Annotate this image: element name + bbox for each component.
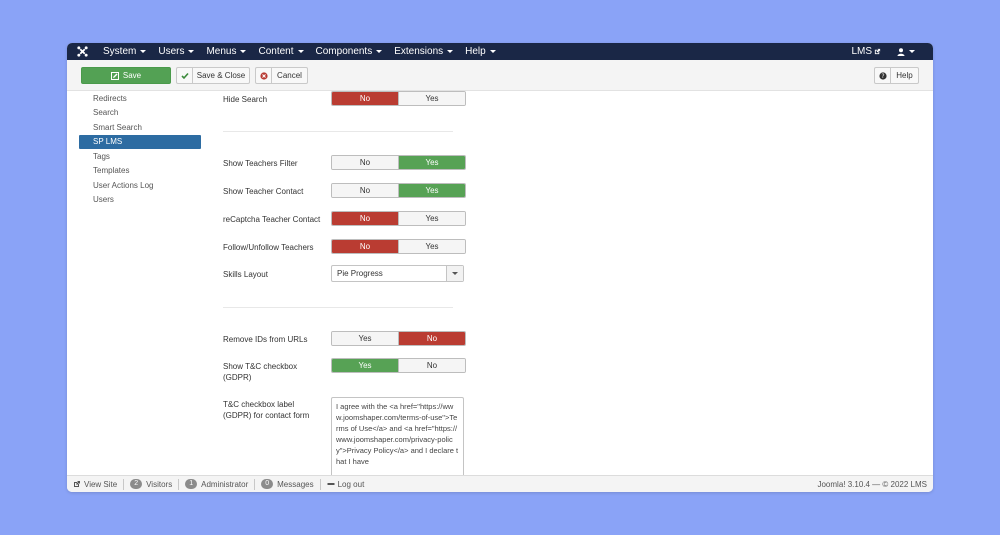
question-circle-icon: ? — [875, 68, 891, 83]
joomla-logo-icon[interactable] — [67, 46, 97, 57]
chevron-down-icon — [909, 50, 915, 53]
remove-ids-yes[interactable]: Yes — [332, 332, 398, 345]
messages-link[interactable]: 0 Messages — [261, 479, 314, 489]
help-button[interactable]: ? Help — [874, 67, 919, 84]
hide-search-toggle: No Yes — [331, 91, 466, 106]
chevron-down-icon — [240, 50, 247, 53]
menu-help[interactable]: Help — [459, 46, 502, 57]
admin-badge: 1 — [185, 479, 198, 489]
show-teacher-contact-toggle: No Yes — [331, 183, 466, 198]
edit-icon — [110, 68, 119, 83]
skills-layout-label: Skills Layout — [223, 270, 268, 279]
menu-components[interactable]: Components — [310, 46, 389, 57]
show-tc-checkbox-yes[interactable]: Yes — [332, 359, 398, 372]
site-link[interactable]: LMS — [843, 46, 889, 57]
show-tc-checkbox-toggle: Yes No — [331, 358, 466, 373]
show-teacher-contact-no[interactable]: No — [332, 184, 398, 197]
menu-menus[interactable]: Menus — [200, 46, 252, 57]
section-divider — [223, 131, 453, 132]
chevron-down-icon — [489, 50, 496, 53]
chevron-down-icon — [376, 50, 383, 53]
chevron-down-icon — [188, 50, 195, 53]
status-bar: View Site 2 Visitors 1 Administrator 0 M… — [67, 475, 933, 492]
external-link-icon — [874, 48, 881, 55]
external-link-icon — [74, 481, 80, 487]
save-close-button[interactable]: Save & Close — [176, 67, 250, 84]
visitors-status: 2 Visitors — [130, 479, 172, 489]
section-divider — [223, 307, 453, 308]
show-teachers-filter-toggle: No Yes — [331, 155, 466, 170]
skills-layout-select[interactable]: Pie Progress — [331, 265, 464, 282]
tc-checkbox-label-label: T&C checkbox label (GDPR) for contact fo… — [223, 400, 310, 420]
user-icon — [897, 47, 905, 56]
chevron-down-icon — [140, 50, 147, 53]
follow-unfollow-toggle: No Yes — [331, 239, 466, 254]
hide-search-yes[interactable]: Yes — [398, 92, 465, 105]
show-teacher-contact-label: Show Teacher Contact — [223, 187, 304, 196]
show-tc-checkbox-no[interactable]: No — [398, 359, 465, 372]
menu-users[interactable]: Users — [152, 46, 200, 57]
recaptcha-teacher-contact-yes[interactable]: Yes — [398, 212, 465, 225]
show-teachers-filter-label: Show Teachers Filter — [223, 159, 298, 168]
navbar-right: LMS — [843, 46, 933, 57]
top-navbar: System Users Menus Content Components Ex… — [67, 43, 933, 60]
version-info: Joomla! 3.10.4 — © 2022 LMS — [817, 479, 927, 489]
menu-system[interactable]: System — [97, 46, 152, 57]
svg-text:?: ? — [881, 73, 884, 80]
check-icon — [177, 68, 193, 83]
administrator-status: 1 Administrator — [185, 479, 248, 489]
divider — [123, 478, 125, 490]
hide-search-no[interactable]: No — [332, 92, 398, 105]
save-button[interactable]: Save — [81, 67, 171, 84]
close-circle-icon — [256, 68, 272, 83]
show-teachers-filter-yes[interactable]: Yes — [398, 156, 465, 169]
menu-content[interactable]: Content — [252, 46, 309, 57]
cancel-button[interactable]: Cancel — [255, 67, 308, 84]
divider — [254, 478, 256, 490]
toolbar: Save Save & Close Cancel ? Help — [67, 60, 933, 91]
show-teacher-contact-yes[interactable]: Yes — [398, 184, 465, 197]
remove-ids-label: Remove IDs from URLs — [223, 335, 308, 344]
recaptcha-teacher-contact-no[interactable]: No — [332, 212, 398, 225]
chevron-down-icon — [446, 266, 463, 281]
show-teachers-filter-no[interactable]: No — [332, 156, 398, 169]
visitors-badge: 2 — [130, 479, 143, 489]
hide-search-label: Hide Search — [223, 95, 268, 104]
admin-window: System Users Menus Content Components Ex… — [67, 43, 933, 492]
menu-extensions[interactable]: Extensions — [388, 46, 459, 57]
logout-link[interactable]: Log out — [327, 480, 364, 489]
tc-checkbox-label-textarea[interactable]: I agree with the <a href="https://www.jo… — [331, 397, 464, 477]
remove-ids-toggle: Yes No — [331, 331, 466, 346]
recaptcha-teacher-contact-toggle: No Yes — [331, 211, 466, 226]
main-menu: System Users Menus Content Components Ex… — [97, 46, 502, 57]
show-tc-checkbox-label: Show T&C checkbox (GDPR) — [223, 362, 298, 382]
messages-badge: 0 — [261, 479, 274, 489]
view-site-link[interactable]: View Site — [73, 480, 117, 489]
chevron-down-icon — [447, 50, 454, 53]
minus-icon — [327, 483, 335, 485]
recaptcha-teacher-contact-label: reCaptcha Teacher Contact — [223, 215, 321, 224]
chevron-down-icon — [297, 50, 304, 53]
options-form: Hide Search No Yes Show Teachers Filter … — [67, 91, 933, 477]
divider — [319, 478, 321, 490]
follow-unfollow-yes[interactable]: Yes — [398, 240, 465, 253]
follow-unfollow-label: Follow/Unfollow Teachers — [223, 243, 314, 252]
follow-unfollow-no[interactable]: No — [332, 240, 398, 253]
divider — [178, 478, 180, 490]
remove-ids-no[interactable]: No — [398, 332, 465, 345]
user-menu[interactable] — [889, 47, 923, 56]
